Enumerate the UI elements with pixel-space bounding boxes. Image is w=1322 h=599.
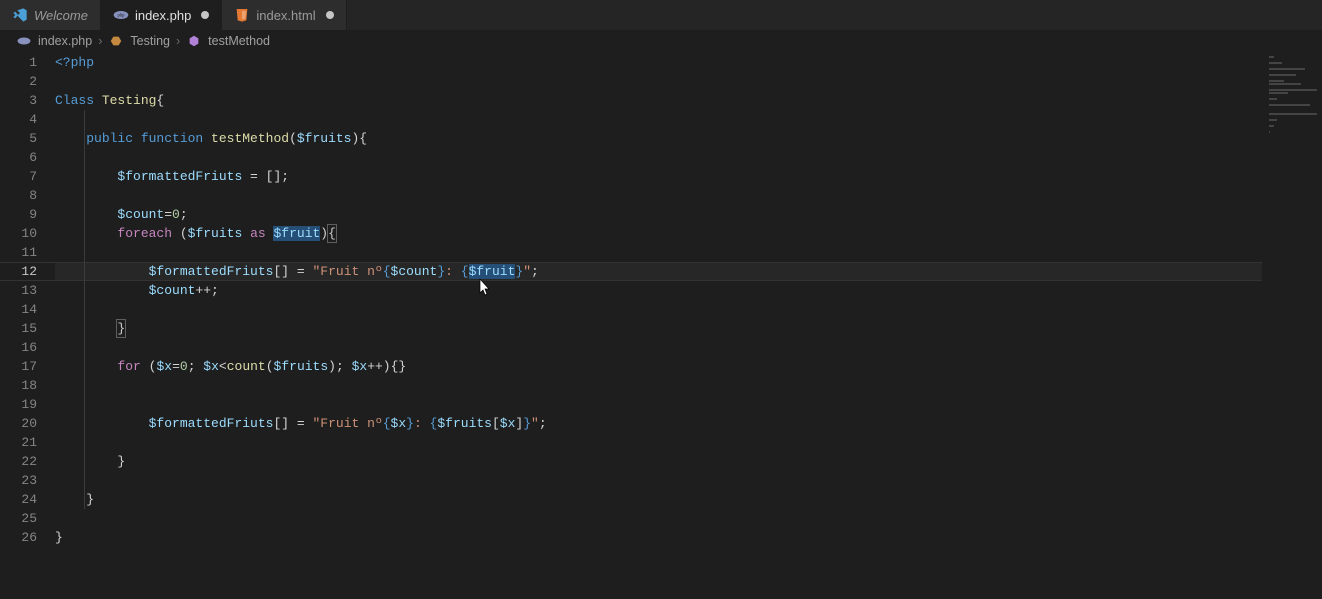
- line-number: 7: [0, 167, 37, 186]
- line-number: 20: [0, 414, 37, 433]
- code-editor[interactable]: 1234567891011121314151617181920212223242…: [0, 52, 1322, 599]
- line-number: 18: [0, 376, 37, 395]
- code-line[interactable]: <?php: [55, 53, 1262, 72]
- tab-index-php[interactable]: php index.php: [101, 0, 222, 30]
- line-number: 21: [0, 433, 37, 452]
- line-number: 15: [0, 319, 37, 338]
- tab-label: index.html: [256, 8, 315, 23]
- line-number: 6: [0, 148, 37, 167]
- line-number: 24: [0, 490, 37, 509]
- modified-dot-icon: [326, 11, 334, 19]
- vscode-icon: [12, 7, 28, 23]
- tab-label: Welcome: [34, 8, 88, 23]
- minimap[interactable]: [1262, 52, 1322, 599]
- php-icon: php: [113, 7, 129, 23]
- line-number: 22: [0, 452, 37, 471]
- line-number: 12: [0, 262, 37, 281]
- html-icon: [234, 7, 250, 23]
- breadcrumb-file[interactable]: index.php: [38, 34, 92, 48]
- line-number: 4: [0, 110, 37, 129]
- code-line[interactable]: [55, 376, 1262, 395]
- code-line[interactable]: $count++;: [55, 281, 1262, 300]
- code-line[interactable]: [55, 72, 1262, 91]
- code-line[interactable]: for ($x=0; $x<count($fruits); $x++){}: [55, 357, 1262, 376]
- tab-welcome[interactable]: Welcome: [0, 0, 101, 30]
- breadcrumb-class[interactable]: Testing: [130, 34, 170, 48]
- line-number: 25: [0, 509, 37, 528]
- code-line[interactable]: [55, 433, 1262, 452]
- code-line[interactable]: }: [55, 452, 1262, 471]
- code-line[interactable]: }: [55, 490, 1262, 509]
- code-line[interactable]: }: [55, 319, 1262, 338]
- code-line[interactable]: [55, 243, 1262, 262]
- line-number: 9: [0, 205, 37, 224]
- line-number: 17: [0, 357, 37, 376]
- line-number: 10: [0, 224, 37, 243]
- modified-dot-icon: [201, 11, 209, 19]
- line-number: 19: [0, 395, 37, 414]
- line-number: 14: [0, 300, 37, 319]
- code-line[interactable]: [55, 471, 1262, 490]
- code-line[interactable]: }: [55, 528, 1262, 547]
- method-symbol-icon: [186, 33, 202, 49]
- code-content[interactable]: <?php Class Testing{ public function test…: [55, 52, 1262, 599]
- line-number: 3: [0, 91, 37, 110]
- code-line[interactable]: $formattedFriuts[] = "Fruit nº{$count}: …: [55, 262, 1262, 281]
- code-line[interactable]: $formattedFriuts[] = "Fruit nº{$x}: {$fr…: [55, 414, 1262, 433]
- code-line[interactable]: [55, 509, 1262, 528]
- line-number: 26: [0, 528, 37, 547]
- breadcrumb-method[interactable]: testMethod: [208, 34, 270, 48]
- line-number: 1: [0, 53, 37, 72]
- code-line[interactable]: [55, 148, 1262, 167]
- chevron-right-icon: ›: [176, 34, 180, 48]
- line-number: 8: [0, 186, 37, 205]
- line-number: 16: [0, 338, 37, 357]
- chevron-right-icon: ›: [98, 34, 102, 48]
- tab-bar: Welcome php index.php index.html: [0, 0, 1322, 30]
- code-line[interactable]: foreach ($fruits as $fruit){: [55, 224, 1262, 243]
- code-line[interactable]: [55, 395, 1262, 414]
- line-number: 5: [0, 129, 37, 148]
- breadcrumb[interactable]: index.php › Testing › testMethod: [0, 30, 1322, 52]
- code-line[interactable]: public function testMethod($fruits){: [55, 129, 1262, 148]
- class-symbol-icon: [108, 33, 124, 49]
- code-line[interactable]: $count=0;: [55, 205, 1262, 224]
- tab-index-html[interactable]: index.html: [222, 0, 346, 30]
- svg-text:php: php: [117, 13, 125, 18]
- php-icon: [16, 33, 32, 49]
- line-number: 2: [0, 72, 37, 91]
- line-number-gutter: 1234567891011121314151617181920212223242…: [0, 52, 55, 599]
- tab-label: index.php: [135, 8, 191, 23]
- line-number: 11: [0, 243, 37, 262]
- code-line[interactable]: [55, 338, 1262, 357]
- code-line[interactable]: Class Testing{: [55, 91, 1262, 110]
- code-line[interactable]: [55, 186, 1262, 205]
- code-line[interactable]: [55, 300, 1262, 319]
- line-number: 13: [0, 281, 37, 300]
- line-number: 23: [0, 471, 37, 490]
- code-line[interactable]: $formattedFriuts = [];: [55, 167, 1262, 186]
- code-line[interactable]: [55, 110, 1262, 129]
